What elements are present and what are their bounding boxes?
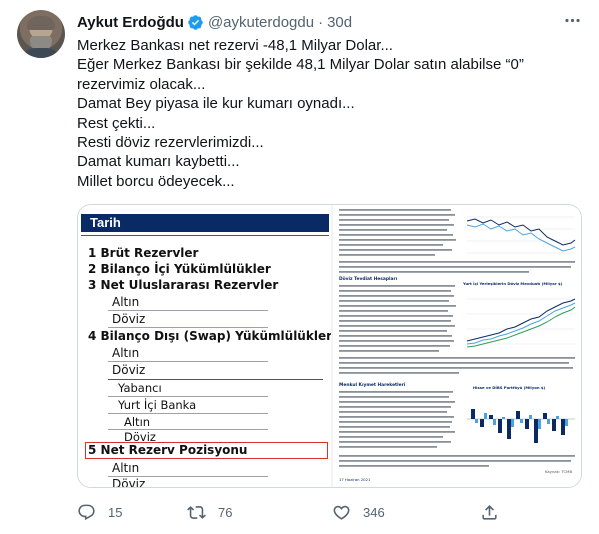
report-source: Kaynak: TCMB <box>545 469 573 474</box>
table-row: Altın <box>124 415 151 429</box>
retweet-icon <box>187 505 206 519</box>
table-row: Altın <box>112 346 140 360</box>
tweet: Aykut Erdoğdu @aykuterdogdu · 30d Merkez… <box>0 0 599 534</box>
tweet-line: Merkez Bankası net rezervi -48,1 Milyar … <box>77 37 393 54</box>
author-name[interactable]: Aykut Erdoğdu <box>77 14 184 31</box>
heart-icon <box>333 505 350 520</box>
table-row: 5 Net Rezerv Pozisyonu <box>88 443 248 457</box>
tweet-header: Aykut Erdoğdu @aykuterdogdu · 30d <box>77 12 352 32</box>
table-row: Yabancı <box>118 381 162 395</box>
tweet-line: Rest çekti... <box>77 114 156 132</box>
tweet-timestamp[interactable]: 30d <box>327 14 352 31</box>
more-options-icon[interactable] <box>560 10 584 30</box>
tweet-line: Damat Bey piyasa ile kur kumarı oynadı..… <box>77 95 355 113</box>
table-row: Yurt İçi Banka <box>118 398 197 412</box>
report-chart-title: Hisse ve DİBS Portföyü (Milyon $) <box>473 385 546 390</box>
tweet-text: Merkez Bankası net rezervi -48,1 Milyar … <box>77 36 577 191</box>
tweet-line: rezervimiz olacak... <box>77 75 206 93</box>
tweet-line: Resti döviz rezervlerimizdi... <box>77 134 264 152</box>
table-row: 3 Net Uluslararası Rezervler <box>88 278 279 292</box>
tweet-actions: 15 76 346 <box>77 500 517 524</box>
report-text-block <box>339 261 579 277</box>
table-row: 2 Bilanço İçi Yükümlülükler <box>88 262 271 276</box>
table-header: Tarih <box>81 214 329 232</box>
avatar[interactable] <box>17 10 65 58</box>
table-row: Döviz <box>112 363 146 377</box>
report-section-title: Döviz Tevdiat Hesapları <box>339 277 398 282</box>
separator-dot: · <box>318 13 324 31</box>
table-row: Döviz <box>112 312 146 326</box>
table-row: 4 Bilanço Dışı (Swap) Yükümlülükleri <box>88 329 337 343</box>
like-button[interactable]: 346 <box>332 500 385 524</box>
table-row: Altın <box>112 461 140 475</box>
report-text-block <box>339 455 579 473</box>
verified-badge-icon <box>187 14 204 31</box>
media-image-reserve-table[interactable]: Tarih 1 Brüt Rezervler 2 Bilanço İçi Yük… <box>78 205 336 488</box>
retweet-count: 76 <box>218 504 233 520</box>
media-image-report-page[interactable]: Döviz Tevdiat Hesapları Yurt İçi Yerleşi… <box>331 205 581 487</box>
share-icon <box>482 504 497 520</box>
table-row: Döviz <box>112 477 146 488</box>
table-row: Altın <box>112 295 140 309</box>
report-chart-3 <box>463 393 579 453</box>
tweet-media[interactable]: Tarih 1 Brüt Rezervler 2 Bilanço İçi Yük… <box>77 204 582 488</box>
report-chart-2 <box>463 289 579 351</box>
share-button[interactable] <box>480 500 499 524</box>
tweet-line: Millet borcu ödeyecek... <box>77 172 235 190</box>
tweet-line: Damat kumarı kaybetti... <box>77 153 240 171</box>
retweet-button[interactable]: 76 <box>187 500 232 524</box>
report-footer-date: 17 Haziran 2021 <box>339 477 371 482</box>
report-chart-1 <box>463 207 579 257</box>
reply-button[interactable]: 15 <box>77 500 122 524</box>
author-handle[interactable]: @aykuterdogdu <box>208 14 314 31</box>
report-chart-title: Yurt İçi Yerleşiklerin Döviz Mevduatı (M… <box>463 281 563 286</box>
tweet-line: Eğer Merkez Bankası bir şekilde 48,1 Mil… <box>77 56 524 74</box>
reply-icon <box>78 504 95 520</box>
report-section-title: Menkul Kıymet Hareketleri <box>339 383 406 388</box>
reply-count: 15 <box>108 504 123 520</box>
table-row: 1 Brüt Rezervler <box>88 246 199 260</box>
like-count: 346 <box>363 504 385 520</box>
report-text-block <box>339 357 579 381</box>
